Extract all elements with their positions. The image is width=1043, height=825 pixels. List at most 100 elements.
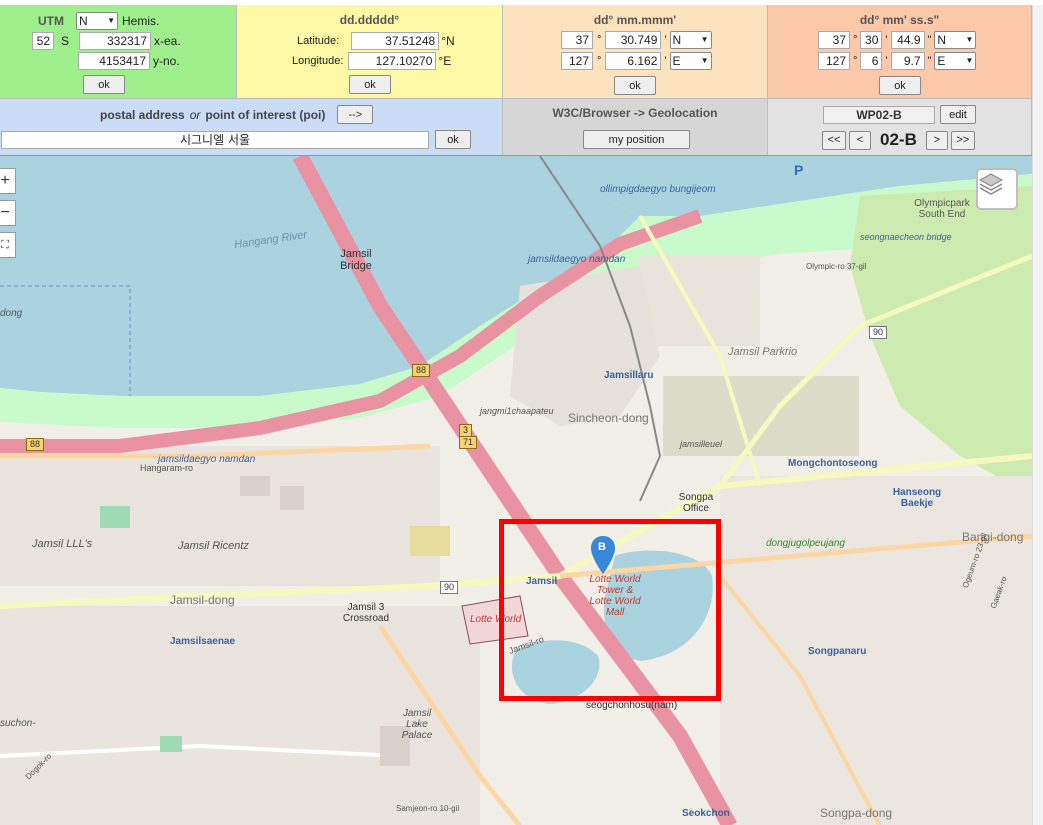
address-input[interactable]: 시그니엘 서울 — [1, 130, 429, 149]
second-symbol: " — [927, 55, 932, 67]
dms-lon-minutes-input[interactable]: 6 — [860, 52, 883, 70]
route-shield-90: 90 — [440, 581, 459, 594]
dms-lon-hemisphere-select[interactable]: E ▼ — [934, 52, 977, 70]
decimal-degrees-panel: dd.ddddd° Latitude: 37.51248 °N Longitud… — [237, 5, 503, 98]
latitude-label: Latitude: — [297, 35, 340, 47]
hemis-label: Hemis. — [122, 14, 160, 28]
first-waypoint-button[interactable]: << — [822, 130, 846, 150]
fullscreen-button[interactable]: ⛶ — [0, 232, 16, 258]
map-label: dong — [0, 308, 23, 319]
map-label: Songpanaru — [808, 646, 867, 657]
map-label: Jamsil Parkrio — [728, 346, 798, 358]
map-label: Olympicpark South End — [914, 198, 970, 220]
map-label: jamsildaegyo namdan — [528, 254, 626, 265]
dms-lat-minutes-input[interactable]: 30 — [860, 31, 883, 49]
previous-waypoint-button[interactable]: < — [849, 130, 871, 150]
dms-lat-seconds-input[interactable]: 44.9 — [890, 31, 925, 49]
zoom-out-button[interactable]: − — [0, 200, 16, 226]
minute-symbol: ' — [885, 55, 888, 67]
utm-panel: UTM N ▼ Hemis. 52 S 332317 x-ea. 4153417 … — [0, 5, 237, 98]
map-label: Songpa Office — [678, 492, 714, 514]
dms-lat-hemisphere-select[interactable]: N ▼ — [934, 31, 977, 49]
utm-title: UTM — [38, 14, 64, 28]
chevron-down-icon: ▼ — [965, 35, 974, 44]
map-label: dongjugolpeujang — [766, 538, 845, 549]
layers-button[interactable] — [976, 168, 1018, 210]
map-view[interactable]: B + − ⛶ 88 88 90 90 3 71 Hangang River J… — [0, 155, 1032, 825]
dms-panel: dd° mm' ss.s" 37 ° 30 ' 44.9 " N ▼ 127 ° … — [768, 5, 1032, 98]
next-waypoint-button[interactable]: > — [925, 130, 948, 150]
minute-symbol: ' — [885, 34, 888, 46]
map-label: ollimpigdaegyo bungijeom — [600, 184, 716, 195]
map-label: Samjeon-ro 10-gil — [396, 804, 460, 813]
route-shield-88: 88 — [412, 364, 431, 377]
dms-lat-degrees-input[interactable]: 37 — [818, 31, 850, 49]
hemisphere-select[interactable]: N ▼ — [76, 12, 118, 30]
map-label: jangmi1chaapateu — [480, 406, 554, 416]
longitude-label: Longitude: — [292, 55, 344, 67]
dmm-lon-minutes-input[interactable]: 6.162 — [605, 52, 662, 70]
current-waypoint-label: 02-B — [880, 130, 917, 149]
dms-ok-button[interactable]: ok — [879, 76, 921, 95]
highlight-box — [499, 519, 721, 701]
waypoint-name-field[interactable]: WP02-B — [823, 105, 935, 124]
decimal-title: dd.ddddd° — [339, 13, 400, 27]
dmm-lat-hemisphere-select[interactable]: N ▼ — [669, 31, 712, 49]
map-label: Jamsil LLL's — [32, 538, 93, 550]
waypoint-edit-button[interactable]: edit — [940, 105, 976, 124]
utm-band-label: S — [61, 34, 70, 48]
last-waypoint-button[interactable]: >> — [950, 130, 975, 150]
route-shield-90: 90 — [869, 326, 888, 339]
map-label: Jamsil Lake Palace — [401, 708, 433, 741]
dmm-title: dd° mm.mmm' — [593, 13, 677, 27]
dms-lon-seconds-input[interactable]: 9.7 — [890, 52, 925, 70]
dms-title: dd° mm' ss.s" — [859, 13, 940, 27]
map-label: Hangaram-ro — [140, 463, 194, 473]
address-search-arrow-button[interactable]: --> — [337, 105, 374, 124]
map-label: Sincheon-dong — [568, 411, 649, 425]
latitude-unit: °N — [441, 34, 455, 48]
geolocation-title: W3C/Browser -> Geolocation — [552, 106, 718, 120]
geolocation-panel: W3C/Browser -> Geolocation my position — [503, 98, 768, 155]
easting-label: x-ea. — [154, 34, 181, 48]
dmm-lat-minutes-input[interactable]: 30.749 — [605, 31, 662, 49]
layers-icon — [978, 173, 1004, 195]
decimal-ok-button[interactable]: ok — [349, 75, 391, 94]
degree-symbol: ° — [853, 34, 858, 46]
dmm-lat-degrees-input[interactable]: 37 — [561, 31, 593, 49]
dmm-ok-button[interactable]: ok — [614, 76, 656, 95]
chevron-down-icon: ▼ — [700, 56, 709, 65]
latitude-input[interactable]: 37.51248 — [351, 32, 440, 50]
map-canvas — [0, 156, 1032, 825]
fullscreen-icon: ⛶ — [1, 238, 9, 251]
my-position-button[interactable]: my position — [583, 130, 690, 149]
zoom-in-button[interactable]: + — [0, 168, 16, 194]
utm-northing-input[interactable]: 4153417 — [78, 52, 150, 70]
dmm-lon-degrees-input[interactable]: 127 — [561, 52, 593, 70]
map-label: seogchonhosu(nam) — [586, 700, 678, 711]
utm-zone-input[interactable]: 52 — [32, 32, 54, 50]
route-shield-71: 71 — [459, 436, 478, 449]
map-label: Hanseong Baekje — [892, 487, 942, 509]
map-label: jamsilleuel — [680, 439, 723, 449]
map-label: Jamsil-dong — [170, 593, 235, 607]
degree-symbol: ° — [853, 55, 858, 67]
chevron-down-icon: ▼ — [965, 56, 974, 65]
map-label: Jamsil Bridge — [340, 248, 372, 272]
dms-lon-degrees-input[interactable]: 127 — [818, 52, 850, 70]
degree-symbol: ° — [597, 34, 602, 46]
longitude-input[interactable]: 127.10270 — [348, 52, 437, 70]
chevron-down-icon: ▼ — [107, 16, 115, 25]
utm-easting-input[interactable]: 332317 — [79, 32, 152, 50]
map-label: Jamsilsaenae — [170, 636, 236, 647]
dmm-lon-hemisphere-select[interactable]: E ▼ — [669, 52, 712, 70]
dmm-panel: dd° mm.mmm' 37 ° 30.749 ' N ▼ 127 ° 6.162… — [503, 5, 768, 98]
utm-ok-button[interactable]: ok — [83, 75, 125, 94]
address-ok-button[interactable]: ok — [435, 130, 471, 149]
address-title-suffix: point of interest (poi) — [205, 107, 326, 122]
map-label: Olympic-ro 37-gil — [806, 262, 867, 271]
vertical-scrollbar[interactable] — [1032, 5, 1043, 825]
map-label: seongnaecheon bridge — [860, 232, 952, 242]
second-symbol: " — [927, 34, 932, 46]
address-title-or: or — [189, 107, 201, 122]
